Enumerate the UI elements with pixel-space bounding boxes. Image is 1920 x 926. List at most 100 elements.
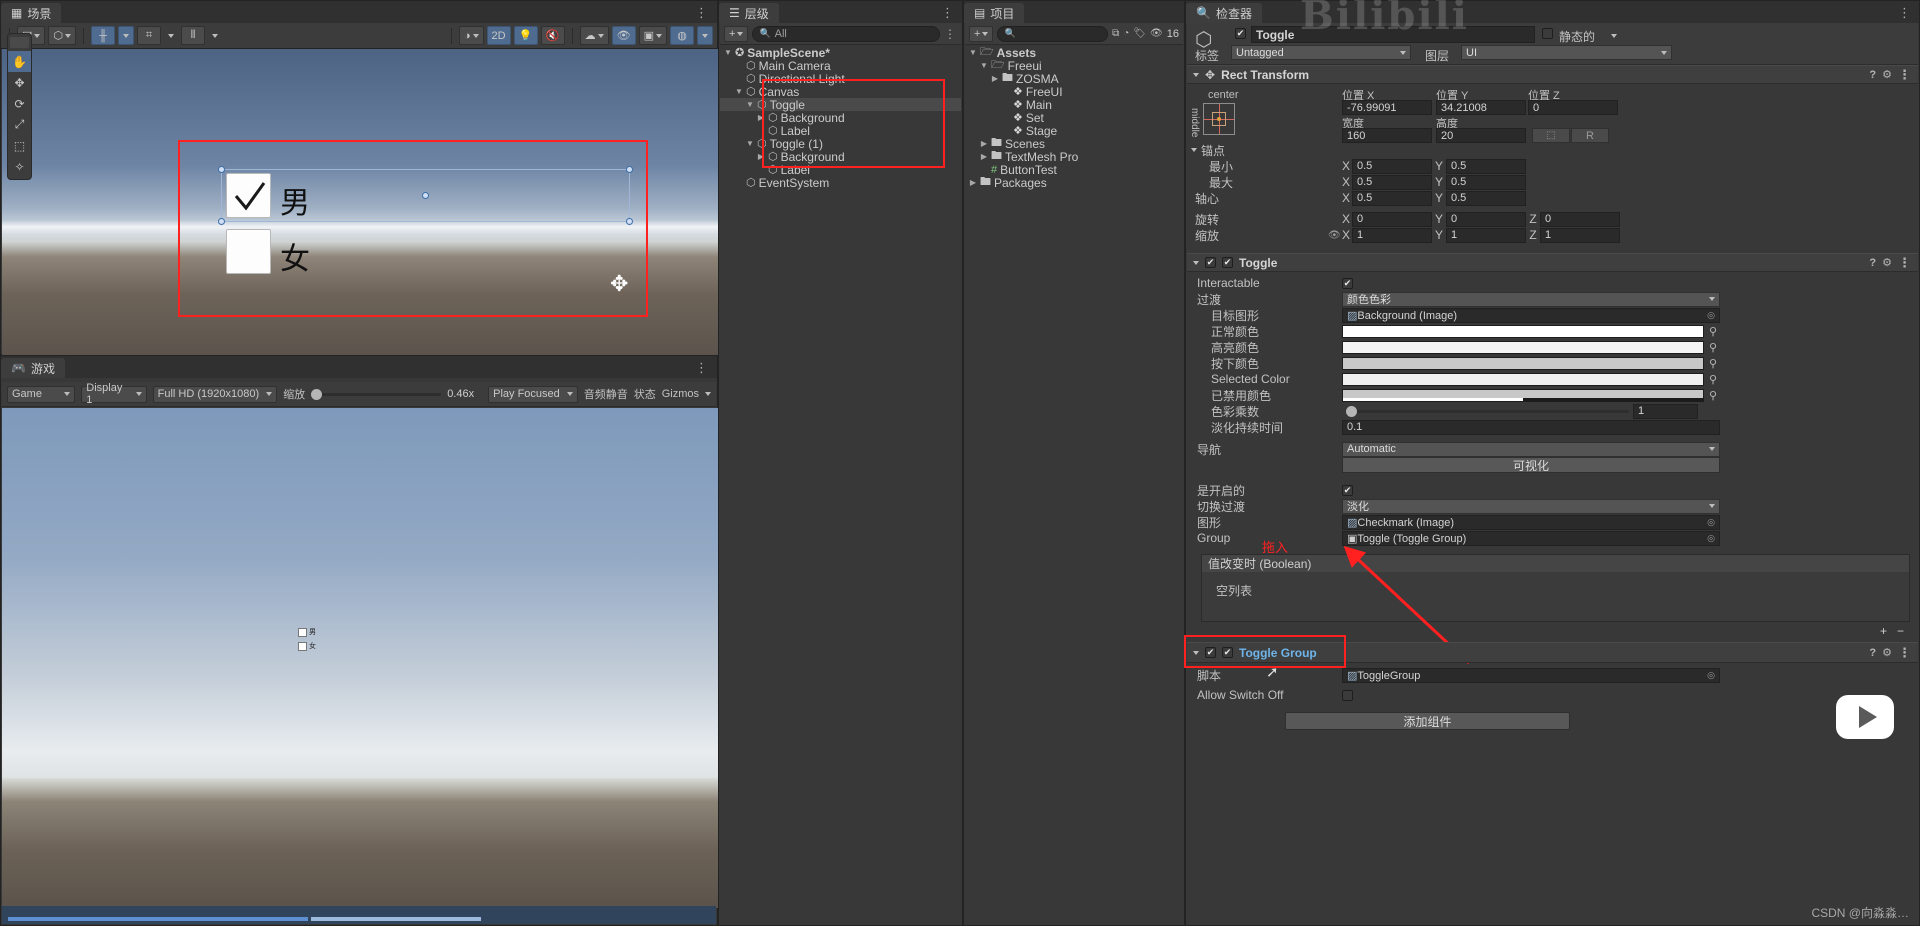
raw-edit-mode-button[interactable]: ⬚ [1532, 128, 1570, 143]
chevron-right-icon[interactable]: ▶ [991, 74, 999, 83]
hierarchy-row[interactable]: ⬡ Main Camera [720, 59, 961, 73]
help-icon[interactable]: ? [1869, 647, 1876, 659]
scene-camera-icon[interactable]: ▣ [638, 26, 667, 45]
hierarchy-row[interactable]: ▼ ⬡ Toggle [720, 98, 961, 112]
scene-overflow-menu-icon[interactable]: ⋮ [695, 5, 717, 23]
object-enabled-checkbox[interactable]: ✔ [1235, 28, 1246, 39]
rot-y-field[interactable]: 0 [1446, 211, 1526, 227]
pos-x-field[interactable]: -76.99091 [1342, 100, 1432, 115]
static-dropdown-caret[interactable] [1611, 34, 1617, 38]
tab-scene[interactable]: ▦ 场景 [1, 3, 62, 23]
fade-duration-field[interactable]: 0.1 [1342, 419, 1720, 435]
project-row[interactable]: ▶ 🖿 Packages [965, 176, 1183, 190]
color-multiplier-field[interactable]: 1 [1633, 403, 1698, 419]
pivot-x-field[interactable]: 0.5 [1352, 190, 1432, 206]
scale-y-field[interactable]: 1 [1446, 227, 1526, 243]
grid-snap-dropdown[interactable] [118, 26, 135, 45]
component-menu-icon[interactable]: ⋮ [1898, 255, 1912, 271]
hierarchy-row[interactable]: ⬡ Label [720, 163, 961, 177]
project-row[interactable]: ❖ Set [965, 111, 1183, 125]
light-bulb-icon[interactable]: 💡 [513, 26, 538, 45]
tab-game[interactable]: 🎮 游戏 [1, 358, 65, 378]
open-external-icon[interactable]: ⧉ [1112, 28, 1119, 39]
rect-handle-tl[interactable] [218, 166, 225, 173]
add-component-button[interactable]: 添加组件 [1285, 712, 1570, 730]
game-toggle-female-box[interactable] [298, 642, 307, 651]
game-stats-button[interactable]: 状态 [634, 386, 656, 402]
toggle-component-header[interactable]: ✔ ✔ Toggle ? ⚙ ⋮ [1187, 253, 1918, 272]
highlighted-color-swatch[interactable] [1342, 340, 1704, 354]
chevron-down-icon[interactable] [1191, 148, 1197, 152]
script-field[interactable]: ▨ToggleGroup ◎ [1342, 667, 1720, 683]
chevron-down-icon[interactable]: ▼ [746, 100, 754, 109]
constrain-proportions-icon[interactable]: 👁 [1328, 230, 1342, 241]
toggle-group-header[interactable]: ✔ ✔ Toggle Group ? ⚙ ⋮ [1187, 642, 1918, 663]
chevron-down-icon[interactable] [1193, 72, 1199, 77]
audio-mute-icon[interactable]: 🔇 [540, 26, 565, 45]
chevron-right-icon[interactable]: ▶ [980, 139, 988, 148]
height-field[interactable]: 20 [1436, 128, 1526, 143]
scene-visibility-icon[interactable]: 👁 [611, 26, 636, 45]
shading-sphere-icon[interactable]: ◑ [458, 26, 484, 45]
navigation-dropdown[interactable]: Automatic [1342, 441, 1720, 457]
pivot-y-field[interactable]: 0.5 [1446, 190, 1526, 206]
static-checkbox[interactable] [1542, 28, 1553, 39]
ruler-dropdown[interactable] [208, 26, 222, 45]
project-row[interactable]: ▶ 🖿 ZOSMA [965, 72, 1183, 86]
grid-snap-icon[interactable]: ╫ [91, 26, 116, 45]
chevron-down-icon[interactable]: ▼ [735, 87, 743, 96]
object-picker-icon[interactable]: ◎ [1707, 310, 1715, 321]
tools-drag-handle[interactable] [10, 37, 29, 48]
chevron-down-icon[interactable]: ▼ [724, 48, 732, 57]
anchors-row[interactable]: 锚点 [1187, 142, 1918, 158]
preset-icon[interactable]: ⚙ [1882, 256, 1892, 269]
hierarchy-row[interactable]: ▶ ⬡ Background [720, 150, 961, 164]
anchor-min-x-field[interactable]: 0.5 [1352, 158, 1432, 174]
scale-x-field[interactable]: 1 [1352, 227, 1432, 243]
play-button-overlay-icon[interactable] [1836, 695, 1894, 739]
rect-handle-center[interactable] [422, 192, 429, 199]
hierarchy-row[interactable]: ▶ ⬡ Background [720, 111, 961, 125]
hierarchy-row[interactable]: ▼ ✪ SampleScene* [720, 46, 961, 60]
help-icon[interactable]: ? [1869, 69, 1876, 81]
game-mute-button[interactable]: 音频静音 [584, 386, 628, 402]
hierarchy-row[interactable]: ⬡ Label [720, 124, 961, 138]
gizmos-dropdown[interactable] [697, 26, 713, 45]
rect-handle-br[interactable] [626, 218, 633, 225]
transition-dropdown[interactable]: 颜色色彩 [1342, 291, 1720, 307]
preset-icon[interactable]: ⚙ [1882, 646, 1892, 659]
project-search-input[interactable]: 🔍 [997, 25, 1109, 42]
rect-handle-bl[interactable] [218, 218, 225, 225]
eyedropper-icon[interactable]: ⚲ [1709, 325, 1717, 338]
game-resolution-dropdown[interactable]: Full HD (1920x1080) [152, 385, 278, 403]
rotate-tool-button[interactable]: ⟳ [8, 93, 31, 114]
twod-toggle-button[interactable]: 2D [486, 26, 511, 45]
chevron-right-icon[interactable]: ▶ [757, 113, 765, 122]
pos-z-field[interactable]: 0 [1528, 100, 1618, 115]
project-tree[interactable]: ▼ 🗁 Assets ▼ 🗁 Freeui ▶ 🖿 ZOSMA ❖ FreeUI ❖ Main ❖ Set ❖… [965, 46, 1183, 924]
disabled-color-swatch[interactable] [1342, 388, 1704, 402]
game-overflow-menu-icon[interactable]: ⋮ [695, 360, 717, 378]
visualize-button[interactable]: 可视化 [1342, 457, 1720, 473]
chevron-down-icon[interactable] [1193, 650, 1199, 655]
transform-tool-button[interactable]: ✧ [8, 156, 31, 177]
rect-handle-tr[interactable] [626, 166, 633, 173]
rect-tool-button[interactable]: ⬚ [8, 135, 31, 156]
normal-color-swatch[interactable] [1342, 324, 1704, 338]
is-on-checkbox[interactable]: ✔ [1342, 484, 1353, 496]
hierarchy-add-button[interactable]: + [724, 25, 749, 42]
filter-type-icon[interactable]: ◔ [1123, 28, 1129, 39]
hierarchy-overflow-menu-icon[interactable]: ⋮ [941, 5, 962, 23]
help-icon[interactable]: ? [1869, 257, 1876, 269]
scene-toggle-female-box[interactable] [226, 229, 271, 274]
layer-dropdown[interactable]: UI [1461, 45, 1672, 60]
anchor-min-y-field[interactable]: 0.5 [1446, 158, 1526, 174]
toggle-enabled-checkbox[interactable]: ✔ [1222, 257, 1233, 268]
game-play-focus-dropdown[interactable]: Play Focused [488, 385, 578, 403]
rect-transform-header[interactable]: ✥ Rect Transform ? ⚙ ⋮ [1187, 65, 1918, 84]
graphic-field[interactable]: ▨Checkmark (Image) ◎ [1342, 514, 1720, 530]
grid-icon[interactable]: ⌗ [137, 26, 162, 45]
preset-icon[interactable]: ⚙ [1882, 68, 1892, 81]
object-picker-icon[interactable]: ◎ [1707, 517, 1715, 528]
anchor-max-x-field[interactable]: 0.5 [1352, 174, 1432, 190]
